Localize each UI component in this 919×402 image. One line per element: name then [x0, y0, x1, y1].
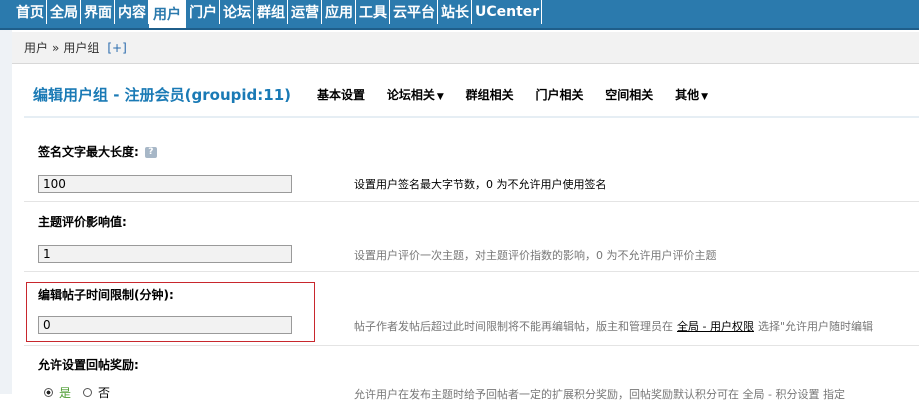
row-divider: [24, 271, 919, 272]
main-panel: 编辑用户组 - 注册会员(groupid:11) 基本设置 论坛相关 ▼ 群组相关…: [12, 64, 919, 401]
row-divider: [24, 345, 919, 346]
user-permission-link[interactable]: 全局 - 用户权限: [677, 320, 754, 333]
nav-item-content[interactable]: 内容: [115, 0, 149, 24]
reply-reward-options: 是 否: [44, 384, 110, 401]
nav-item-admin[interactable]: 站长: [438, 0, 472, 24]
nav-item-interface[interactable]: 界面: [81, 0, 115, 24]
reply-reward-no-label: 否: [98, 386, 111, 400]
nav-item-home[interactable]: 首页: [0, 0, 47, 24]
reply-reward-yes-radio[interactable]: [44, 388, 53, 397]
left-gutter: [0, 30, 12, 394]
thread-rating-desc: 设置用户评价一次主题，对主题评价指数的影响，0 为不允许用户评价主题: [354, 249, 717, 262]
breadcrumb-current: 用户组: [63, 41, 100, 55]
edit-time-limit-label: 编辑帖子时间限制(分钟):: [38, 288, 174, 302]
breadcrumb-expand-button[interactable]: [+]: [107, 41, 126, 55]
reply-reward-no-radio[interactable]: [83, 388, 93, 397]
caret-down-icon: ▼: [436, 92, 444, 102]
tab-other-label: 其他: [675, 88, 700, 102]
breadcrumb: 用户 » 用户组 [+]: [12, 32, 919, 64]
edit-time-desc-text: 帖子作者发帖后超过此时间限制将不能再编辑帖，版主和管理员在: [354, 320, 673, 333]
nav-item-portal[interactable]: 门户: [186, 0, 220, 24]
tab-groups[interactable]: 群组相关: [466, 88, 514, 102]
nav-item-cloud[interactable]: 云平台: [390, 0, 438, 24]
thread-rating-label: 主题评价影响值:: [38, 215, 127, 229]
nav-item-users[interactable]: 用户: [149, 0, 186, 28]
reply-reward-yes-label: 是: [59, 386, 72, 400]
top-nav: 首页 全局 界面 内容 用户 门户 论坛 群组 运营 应用 工具 云平台 站长 …: [0, 0, 919, 30]
signature-length-label: 签名文字最大长度:?: [38, 143, 157, 160]
thread-rating-input[interactable]: [38, 245, 292, 263]
caret-down-icon: ▼: [701, 92, 709, 102]
nav-item-global[interactable]: 全局: [47, 0, 81, 24]
tab-space[interactable]: 空间相关: [605, 88, 653, 102]
edit-time-desc-tail: 选择"允许用户随时编辑: [757, 320, 874, 333]
tab-portal[interactable]: 门户相关: [535, 88, 583, 102]
tab-forum-label: 论坛相关: [386, 88, 435, 102]
header-row: 编辑用户组 - 注册会员(groupid:11) 基本设置 论坛相关 ▼ 群组相关…: [33, 84, 726, 105]
breadcrumb-separator: »: [52, 40, 60, 55]
help-icon[interactable]: ?: [144, 147, 157, 158]
nav-item-operations[interactable]: 运营: [288, 0, 322, 24]
page-title: 编辑用户组 - 注册会员(groupid:11): [33, 86, 291, 104]
tab-other[interactable]: 其他 ▼: [675, 88, 708, 102]
reply-reward-label: 允许设置回帖奖励:: [38, 358, 139, 372]
breadcrumb-root[interactable]: 用户: [24, 39, 48, 56]
signature-length-label-text: 签名文字最大长度:: [38, 145, 139, 159]
signature-length-desc: 设置用户签名最大字节数，0 为不允许用户使用签名: [354, 178, 607, 191]
sub-tabs: 基本设置 论坛相关 ▼ 群组相关 门户相关 空间相关 其他 ▼: [317, 86, 726, 103]
edit-time-limit-input[interactable]: [38, 316, 292, 334]
nav-item-tools[interactable]: 工具: [356, 0, 390, 24]
divider: [24, 116, 919, 118]
nav-item-apps[interactable]: 应用: [322, 0, 356, 24]
signature-length-input[interactable]: [38, 175, 292, 193]
tab-forum[interactable]: 论坛相关 ▼: [387, 88, 444, 102]
nav-item-forum[interactable]: 论坛: [220, 0, 254, 24]
reply-reward-desc: 允许用户在发布主题时给予回帖者一定的扩展积分奖励，回帖奖励默认积分可在 全局 -…: [354, 388, 845, 401]
edit-time-limit-desc: 帖子作者发帖后超过此时间限制将不能再编辑帖，版主和管理员在 全局 - 用户权限 选择…: [354, 318, 873, 334]
nav-item-ucenter[interactable]: UCenter: [472, 0, 543, 24]
row-divider: [24, 201, 919, 202]
nav-item-groups[interactable]: 群组: [254, 0, 288, 24]
tab-basic-settings[interactable]: 基本设置: [317, 88, 365, 102]
